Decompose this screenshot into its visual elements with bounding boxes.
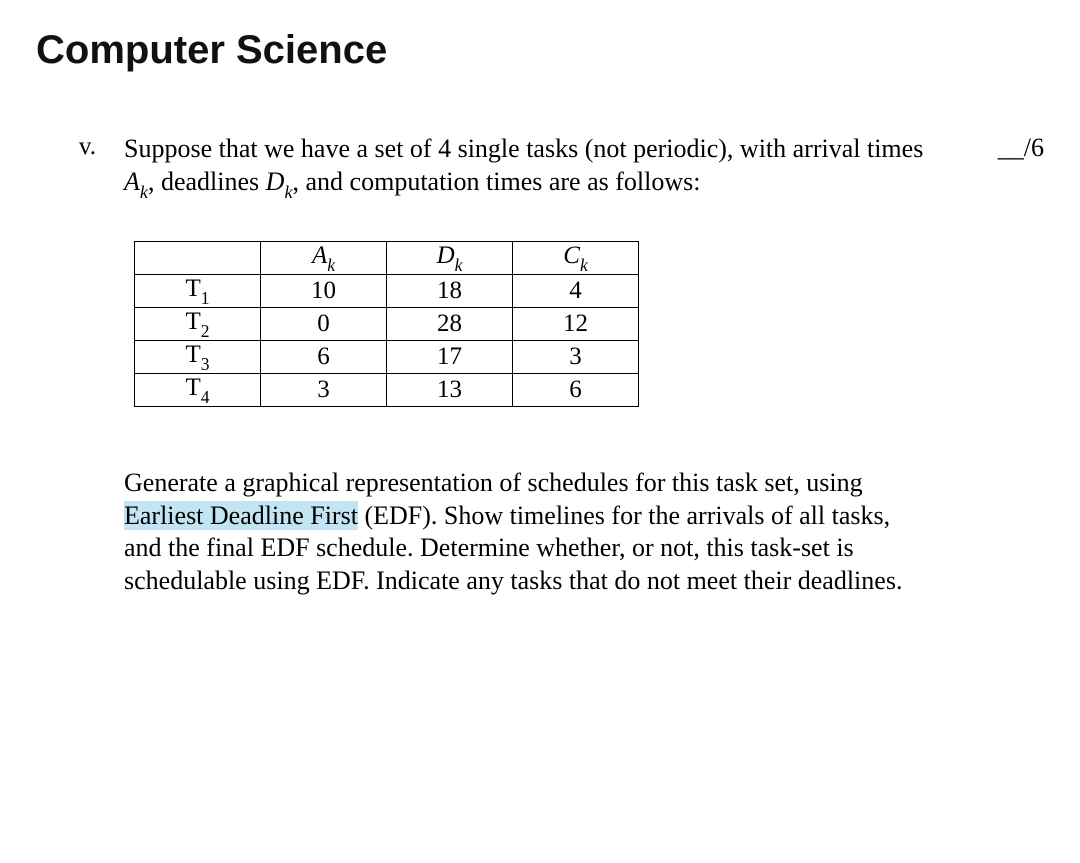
cell-A: 6 bbox=[261, 341, 387, 374]
question-instructions: Generate a graphical representation of s… bbox=[124, 467, 938, 597]
question-points: __/6 bbox=[966, 133, 1044, 597]
instr-1: Generate a graphical representation of s… bbox=[124, 468, 863, 497]
highlight-edf: Earliest Deadline First bbox=[124, 501, 358, 530]
cell-A: 10 bbox=[261, 275, 387, 308]
cell-A: 0 bbox=[261, 308, 387, 341]
header-blank bbox=[135, 242, 261, 275]
task-table: Ak Dk Ck T1 10 18 4 T2 0 28 12 T3 6 17 3 bbox=[134, 241, 639, 407]
cell-D: 28 bbox=[387, 308, 513, 341]
question-intro: Suppose that we have a set of 4 single t… bbox=[124, 133, 938, 201]
intro-text-1: Suppose that we have a set of 4 single t… bbox=[124, 134, 923, 163]
question-block: v. Suppose that we have a set of 4 singl… bbox=[36, 133, 1044, 597]
table-row: T1 10 18 4 bbox=[135, 275, 639, 308]
row-label: T3 bbox=[135, 341, 261, 374]
row-label: T1 bbox=[135, 275, 261, 308]
header-Dk: Dk bbox=[387, 242, 513, 275]
cell-C: 4 bbox=[513, 275, 639, 308]
intro-text-2: , deadlines bbox=[148, 167, 266, 196]
table-row: T4 3 13 6 bbox=[135, 374, 639, 407]
header-Ak: Ak bbox=[261, 242, 387, 275]
instr-2: (EDF). Show timelines for the arrivals o… bbox=[358, 501, 890, 530]
row-label: T4 bbox=[135, 374, 261, 407]
intro-text-3: , and computation times are as follows: bbox=[293, 167, 701, 196]
cell-C: 12 bbox=[513, 308, 639, 341]
cell-D: 18 bbox=[387, 275, 513, 308]
cell-D: 17 bbox=[387, 341, 513, 374]
page-title: Computer Science bbox=[36, 28, 1044, 73]
table-header-row: Ak Dk Ck bbox=[135, 242, 639, 275]
table-row: T3 6 17 3 bbox=[135, 341, 639, 374]
symbol-Ak: Ak bbox=[124, 167, 148, 196]
header-Ck: Ck bbox=[513, 242, 639, 275]
cell-C: 3 bbox=[513, 341, 639, 374]
question-body: Suppose that we have a set of 4 single t… bbox=[124, 133, 938, 597]
cell-A: 3 bbox=[261, 374, 387, 407]
cell-D: 13 bbox=[387, 374, 513, 407]
table-row: T2 0 28 12 bbox=[135, 308, 639, 341]
question-number: v. bbox=[36, 133, 96, 597]
symbol-Dk: Dk bbox=[266, 167, 293, 196]
cell-C: 6 bbox=[513, 374, 639, 407]
instr-3: and the final EDF schedule. Determine wh… bbox=[124, 533, 902, 595]
row-label: T2 bbox=[135, 308, 261, 341]
